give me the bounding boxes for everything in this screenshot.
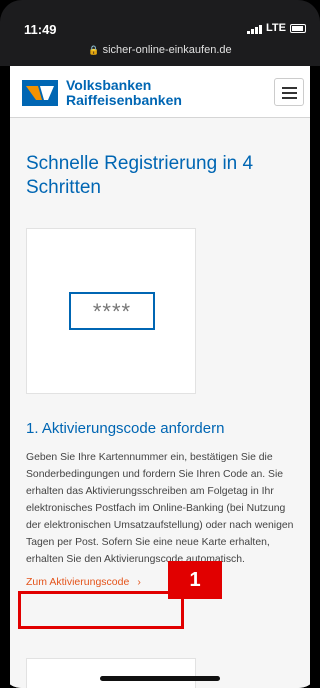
activation-code-link[interactable]: Zum Aktivierungscode › [26,576,141,588]
brand-line-2: Raiffeisenbanken [66,92,182,108]
site-header: Volksbanken Raiffeisenbanken [10,66,310,118]
volksbank-logo-icon[interactable] [22,80,58,106]
step-illustration-card: **** [26,228,196,394]
battery-icon [290,24,306,33]
status-time: 11:49 [24,22,57,37]
page-title: Schnelle Registrierung in 4 Schritten [26,153,254,198]
web-page: Volksbanken Raiffeisenbanken Schnelle Re… [10,66,310,688]
annotation-marker: 1 [168,561,222,599]
activation-code-link-label: Zum Aktivierungscode [26,576,130,588]
status-bar: 11:49 LTE 🔒 sicher-online-einkaufen.de [0,0,320,66]
menu-icon-bar [282,92,297,94]
hamburger-menu-button[interactable] [274,78,304,106]
menu-icon-bar [282,97,297,99]
step-description: Geben Sie Ihre Kartennummer ein, bestäti… [26,452,294,565]
signal-icon [247,25,262,34]
phone-frame: 11:49 LTE 🔒 sicher-online-einkaufen.de Vo… [0,0,320,688]
network-label: LTE [266,22,286,34]
brand-name[interactable]: Volksbanken Raiffeisenbanken [66,78,182,108]
next-step-card [26,658,196,688]
brand-line-1: Volksbanken [66,77,152,93]
url-text: sicher-online-einkaufen.de [102,44,232,56]
code-placeholder: **** [69,292,155,330]
annotation-highlight-box [18,591,184,629]
chevron-right-icon: › [137,576,141,588]
address-bar[interactable]: 🔒 sicher-online-einkaufen.de [0,44,320,56]
menu-icon-bar [282,87,297,89]
lock-icon: 🔒 [88,45,100,55]
step-heading: 1. Aktivierungscode anfordern [26,420,225,437]
home-indicator[interactable] [100,676,220,681]
